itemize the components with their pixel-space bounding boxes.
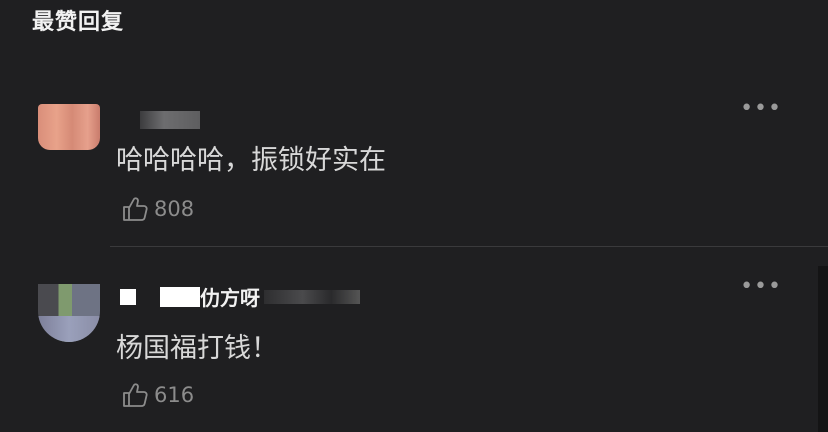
nickname[interactable]: 仂方呀 xyxy=(120,282,360,310)
more-dots-icon: ••• xyxy=(740,274,782,299)
blurred-nickname xyxy=(140,110,200,129)
more-options-button[interactable]: ••• xyxy=(740,276,782,298)
more-dots-icon: ••• xyxy=(740,96,782,121)
comment-item: 仂方呀 ••• 杨国福打钱！ 616 xyxy=(0,276,828,432)
like-count: 616 xyxy=(154,383,195,407)
comment-text: 哈哈哈哈，振锁好实在 xyxy=(116,145,386,176)
blurred-nickname xyxy=(264,289,360,304)
blurred-nickname xyxy=(160,286,200,307)
scrollbar-edge xyxy=(818,266,828,432)
comment-text: 杨国福打钱！ xyxy=(116,333,278,364)
like-button[interactable]: 808 xyxy=(120,194,194,224)
thumbs-up-icon xyxy=(123,383,148,407)
thumbs-up-icon xyxy=(123,197,148,221)
section-title: 最赞回复 xyxy=(32,10,125,35)
like-count: 808 xyxy=(154,197,195,221)
divider xyxy=(110,246,828,247)
avatar[interactable] xyxy=(38,104,100,150)
like-button[interactable]: 616 xyxy=(120,380,194,410)
nickname[interactable] xyxy=(140,106,200,129)
comment-item: ••• 哈哈哈哈，振锁好实在 808 xyxy=(0,98,828,248)
blurred-nickname xyxy=(120,288,136,305)
more-options-button[interactable]: ••• xyxy=(740,98,782,120)
nickname-text: 仂方呀 xyxy=(200,286,260,310)
avatar[interactable] xyxy=(38,284,100,342)
